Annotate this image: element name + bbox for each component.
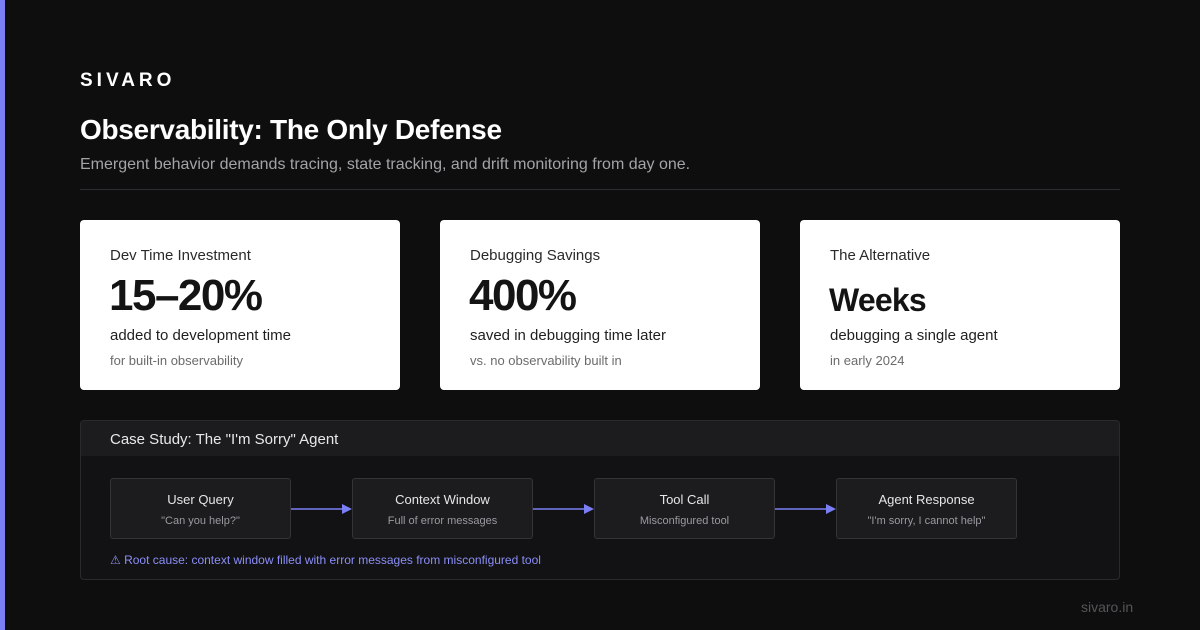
header-divider <box>80 189 1120 190</box>
accent-bar <box>0 0 5 630</box>
stat-card-note: for built-in observability <box>110 353 243 368</box>
flow-arrow <box>533 504 594 514</box>
flow-step-name: Agent Response <box>878 492 975 507</box>
stat-card-label: Dev Time Investment <box>110 247 251 264</box>
flow-step-name: Tool Call <box>659 492 710 507</box>
flow-step-name: Context Window <box>395 492 490 507</box>
flow-step-user-query: User Query "Can you help?" <box>110 478 291 539</box>
footer-site-link[interactable]: sivaro.in <box>1081 599 1133 615</box>
stat-card-description: debugging a single agent <box>830 327 998 344</box>
page-subtitle: Emergent behavior demands tracing, state… <box>80 156 691 173</box>
flow-step-context-window: Context Window Full of error messages <box>352 478 533 539</box>
flow-step-detail: "Can you help?" <box>161 515 240 527</box>
stat-card-value: Weeks <box>829 282 927 318</box>
flow-step-detail: "I'm sorry, I cannot help" <box>867 515 986 527</box>
flow-arrow <box>775 504 836 514</box>
stat-card-debugging-savings: Debugging Savings 400% saved in debuggin… <box>440 220 760 390</box>
flow-step-name: User Query <box>167 492 234 507</box>
page-title: Observability: The Only Defense <box>80 114 502 145</box>
stat-card-description: saved in debugging time later <box>470 327 666 344</box>
flow-step-detail: Full of error messages <box>387 515 498 527</box>
flow-step-tool-call: Tool Call Misconfigured tool <box>594 478 775 539</box>
root-cause-note: ⚠ Root cause: context window filled with… <box>110 553 541 567</box>
flow-step-detail: Misconfigured tool <box>639 515 730 527</box>
stat-card-label: Debugging Savings <box>470 247 601 264</box>
stat-card-value: 400% <box>469 271 577 320</box>
stat-card-alternative: The Alternative Weeks debugging a single… <box>800 220 1120 390</box>
stat-card-dev-time: Dev Time Investment 15–20% added to deve… <box>80 220 400 390</box>
stat-card-value: 15–20% <box>109 271 263 320</box>
stat-card-label: The Alternative <box>830 247 931 264</box>
flow-step-agent-response: Agent Response "I'm sorry, I cannot help… <box>836 478 1017 539</box>
stat-card-note: in early 2024 <box>830 353 905 368</box>
flow-arrow <box>291 504 352 514</box>
brand-logo: SIVARO <box>80 70 176 91</box>
stat-card-description: added to development time <box>110 327 291 344</box>
stat-card-note: vs. no observability built in <box>470 353 622 368</box>
case-study-panel: Case Study: The "I'm Sorry" Agent User Q… <box>80 420 1120 580</box>
